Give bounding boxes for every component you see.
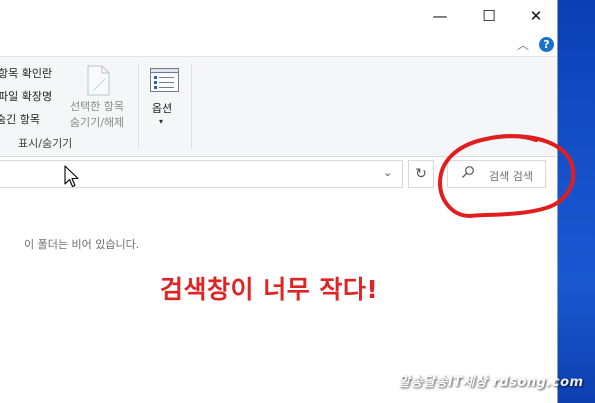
maximize-button[interactable]: ☐	[466, 0, 512, 32]
explorer-window: — ☐ ✕ ︿ ? 항목 확인란 파일 확장명 숨긴 항목 선택한 항목 숨기기…	[0, 0, 558, 403]
address-history-dropdown[interactable]: ⌄	[383, 166, 392, 179]
ribbon-separator	[191, 63, 192, 149]
show-hide-group-label: 표시/숨기기	[18, 137, 73, 150]
watermark: 알송달송IT세상 rdsong.com	[398, 375, 584, 390]
hide-selected-line2: 숨기기/해제	[69, 116, 125, 129]
annotation-text: 검색창이 너무 작다!	[160, 275, 379, 304]
item-checkboxes-option[interactable]: 항목 확인란	[0, 65, 52, 81]
options-dropdown-arrow[interactable]: ▾	[159, 117, 163, 126]
file-extensions-option[interactable]: 파일 확장명	[0, 88, 52, 104]
ribbon-separator	[138, 63, 139, 149]
refresh-icon: ↻	[415, 166, 427, 182]
title-bar: — ☐ ✕	[0, 0, 558, 32]
hidden-items-option[interactable]: 숨긴 항목	[0, 111, 40, 127]
close-button[interactable]: ✕	[513, 0, 559, 32]
page-icon	[87, 65, 110, 96]
ribbon-header	[0, 32, 558, 56]
search-placeholder: 검색 검색	[489, 170, 533, 183]
mouse-cursor-icon	[64, 165, 79, 188]
hide-selected-items-button[interactable]: 선택한 항목 숨기기/해제	[62, 99, 132, 131]
empty-folder-message: 이 폴더는 비어 있습니다.	[24, 238, 140, 251]
hide-selected-line1: 선택한 항목	[69, 100, 125, 113]
help-icon[interactable]: ?	[539, 37, 554, 52]
search-icon	[462, 166, 474, 178]
options-button[interactable]: 옵션	[150, 100, 174, 116]
collapse-ribbon-icon[interactable]: ︿	[517, 36, 529, 53]
minimize-button[interactable]: —	[417, 0, 463, 32]
options-icon	[150, 68, 179, 92]
refresh-button[interactable]: ↻	[408, 160, 434, 188]
address-bar[interactable]	[0, 160, 403, 188]
desktop-background	[558, 0, 595, 403]
ribbon: 항목 확인란 파일 확장명 숨긴 항목 선택한 항목 숨기기/해제 표시/숨기기…	[0, 56, 558, 157]
